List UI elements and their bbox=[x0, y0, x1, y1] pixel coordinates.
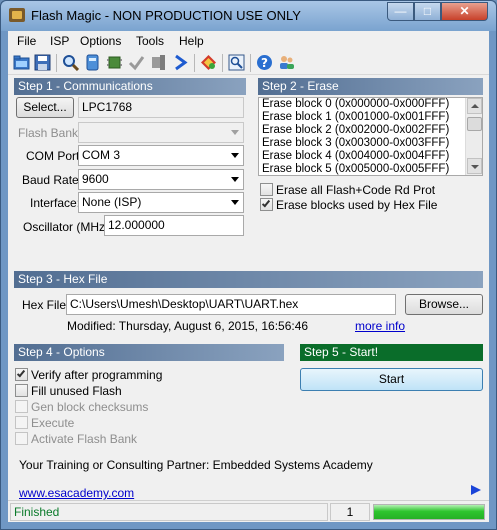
menu-isp[interactable]: ISP bbox=[50, 34, 69, 48]
gen-checksums-label: Gen block checksums bbox=[31, 400, 149, 414]
menu-options[interactable]: Options bbox=[80, 34, 121, 48]
website-link[interactable]: www.esacademy.com bbox=[19, 486, 134, 500]
flash-bank-label: Flash Bank: bbox=[18, 126, 82, 140]
execute-checkbox bbox=[15, 416, 28, 429]
com-port-value: COM 3 bbox=[82, 148, 121, 162]
step2-header: Step 2 - Erase bbox=[258, 78, 483, 95]
status-count: 1 bbox=[330, 503, 370, 521]
oscillator-label: Oscillator (MHz): bbox=[23, 220, 113, 234]
minimize-button[interactable]: — bbox=[387, 2, 414, 21]
progress-fill bbox=[374, 505, 484, 519]
menu-tools[interactable]: Tools bbox=[136, 34, 164, 48]
flash-magic-app-icon bbox=[9, 8, 25, 22]
chevron-up-icon bbox=[471, 104, 479, 108]
list-item[interactable]: Erase block 0 (0x000000-0x000FFF) bbox=[259, 98, 482, 111]
run-icon[interactable] bbox=[172, 54, 189, 71]
app-window: Flash Magic - NON PRODUCTION USE ONLY — … bbox=[0, 0, 497, 530]
list-scrollbar[interactable] bbox=[465, 98, 482, 175]
progress-bar bbox=[373, 504, 485, 520]
interface-label: Interface: bbox=[30, 196, 81, 210]
chip-icon[interactable] bbox=[106, 54, 123, 71]
select-device-button[interactable]: Select... bbox=[16, 97, 74, 118]
device-icon[interactable] bbox=[150, 54, 167, 71]
step4-header: Step 4 - Options bbox=[14, 344, 284, 361]
chevron-down-icon[interactable] bbox=[231, 177, 239, 182]
toolbar-separator bbox=[56, 54, 57, 72]
partner-text: Your Training or Consulting Partner: Emb… bbox=[19, 458, 373, 472]
title-bar[interactable]: Flash Magic - NON PRODUCTION USE ONLY — … bbox=[1, 1, 496, 31]
activate-flash-bank-label: Activate Flash Bank bbox=[31, 432, 138, 446]
list-item[interactable]: Erase block 5 (0x005000-0x005FFF) bbox=[259, 163, 482, 175]
gen-checksums-checkbox bbox=[15, 400, 28, 413]
baud-rate-value: 9600 bbox=[82, 172, 109, 186]
list-item[interactable]: Erase block 4 (0x004000-0x004FFF) bbox=[259, 150, 482, 163]
status-text: Finished bbox=[10, 503, 328, 521]
list-item[interactable]: Erase block 3 (0x003000-0x003FFF) bbox=[259, 137, 482, 150]
play-icon[interactable] bbox=[471, 485, 481, 495]
fill-unused-label: Fill unused Flash bbox=[31, 384, 122, 398]
zoom-window-icon[interactable] bbox=[228, 54, 245, 71]
toolbar-separator bbox=[250, 54, 251, 72]
interface-value: None (ISP) bbox=[82, 195, 142, 209]
window-title: Flash Magic - NON PRODUCTION USE ONLY bbox=[31, 8, 301, 23]
step3-header: Step 3 - Hex File bbox=[14, 271, 483, 288]
start-button[interactable]: Start bbox=[300, 368, 483, 391]
check-icon[interactable] bbox=[128, 54, 145, 71]
menu-file[interactable]: File bbox=[17, 34, 36, 48]
scroll-thumb[interactable] bbox=[467, 117, 482, 131]
scroll-down-button[interactable] bbox=[467, 158, 482, 174]
browse-button[interactable]: Browse... bbox=[405, 294, 483, 315]
device-name-field: LPC1768 bbox=[78, 97, 244, 118]
modified-date-text: Modified: Thursday, August 6, 2015, 16:5… bbox=[67, 319, 309, 333]
scroll-up-button[interactable] bbox=[467, 98, 482, 114]
client-area: File ISP Options Tools Help ? Step 1 - C… bbox=[8, 31, 489, 522]
list-item[interactable]: Erase block 2 (0x002000-0x002FFF) bbox=[259, 124, 482, 137]
erase-all-label: Erase all Flash+Code Rd Prot bbox=[276, 183, 436, 197]
hex-file-label: Hex File: bbox=[22, 298, 70, 312]
hex-file-input[interactable]: C:\Users\Umesh\Desktop\UART\UART.hex bbox=[66, 294, 396, 315]
diamond-icon[interactable] bbox=[200, 54, 217, 71]
maximize-button[interactable]: □ bbox=[414, 2, 441, 21]
menu-help[interactable]: Help bbox=[179, 34, 204, 48]
flash-bank-select bbox=[78, 122, 244, 143]
baud-rate-select[interactable]: 9600 bbox=[78, 169, 244, 190]
search-icon[interactable] bbox=[62, 54, 79, 71]
step1-header: Step 1 - Communications bbox=[14, 78, 246, 95]
step5-header: Step 5 - Start! bbox=[300, 344, 483, 361]
com-port-select[interactable]: COM 3 bbox=[78, 145, 244, 166]
oscillator-input[interactable]: 12.000000 bbox=[104, 215, 244, 236]
toolbar-separator bbox=[222, 54, 223, 72]
checkmark-icon bbox=[16, 368, 26, 378]
activate-flash-bank-checkbox bbox=[15, 432, 28, 445]
execute-label: Execute bbox=[31, 416, 75, 430]
erase-used-checkbox[interactable] bbox=[260, 198, 273, 211]
toolbar: ? bbox=[8, 51, 489, 75]
toolbar-separator bbox=[194, 54, 195, 72]
memory-icon[interactable] bbox=[84, 54, 101, 71]
status-bar: Finished 1 bbox=[8, 500, 489, 522]
chevron-down-icon bbox=[471, 165, 479, 169]
users-icon[interactable] bbox=[278, 54, 295, 71]
save-icon[interactable] bbox=[34, 54, 51, 71]
open-icon[interactable] bbox=[13, 54, 30, 71]
verify-label: Verify after programming bbox=[31, 368, 163, 382]
com-port-label: COM Port: bbox=[26, 149, 83, 163]
baud-rate-label: Baud Rate: bbox=[22, 173, 83, 187]
erase-used-label: Erase blocks used by Hex File bbox=[276, 198, 438, 212]
more-info-link[interactable]: more info bbox=[355, 319, 405, 333]
chevron-down-icon[interactable] bbox=[231, 200, 239, 205]
checkmark-icon bbox=[261, 198, 271, 208]
menu-bar: File ISP Options Tools Help bbox=[8, 31, 489, 51]
interface-select[interactable]: None (ISP) bbox=[78, 192, 244, 213]
verify-checkbox[interactable] bbox=[15, 368, 28, 381]
erase-blocks-list[interactable]: Erase block 0 (0x000000-0x000FFF) Erase … bbox=[258, 97, 483, 176]
close-button[interactable]: ✕ bbox=[441, 2, 488, 21]
chevron-down-icon bbox=[231, 130, 239, 135]
help-icon[interactable]: ? bbox=[256, 54, 273, 71]
fill-unused-checkbox[interactable] bbox=[15, 384, 28, 397]
list-item[interactable]: Erase block 1 (0x001000-0x001FFF) bbox=[259, 111, 482, 124]
chevron-down-icon[interactable] bbox=[231, 153, 239, 158]
erase-all-checkbox[interactable] bbox=[260, 183, 273, 196]
svg-text:?: ? bbox=[261, 56, 268, 70]
